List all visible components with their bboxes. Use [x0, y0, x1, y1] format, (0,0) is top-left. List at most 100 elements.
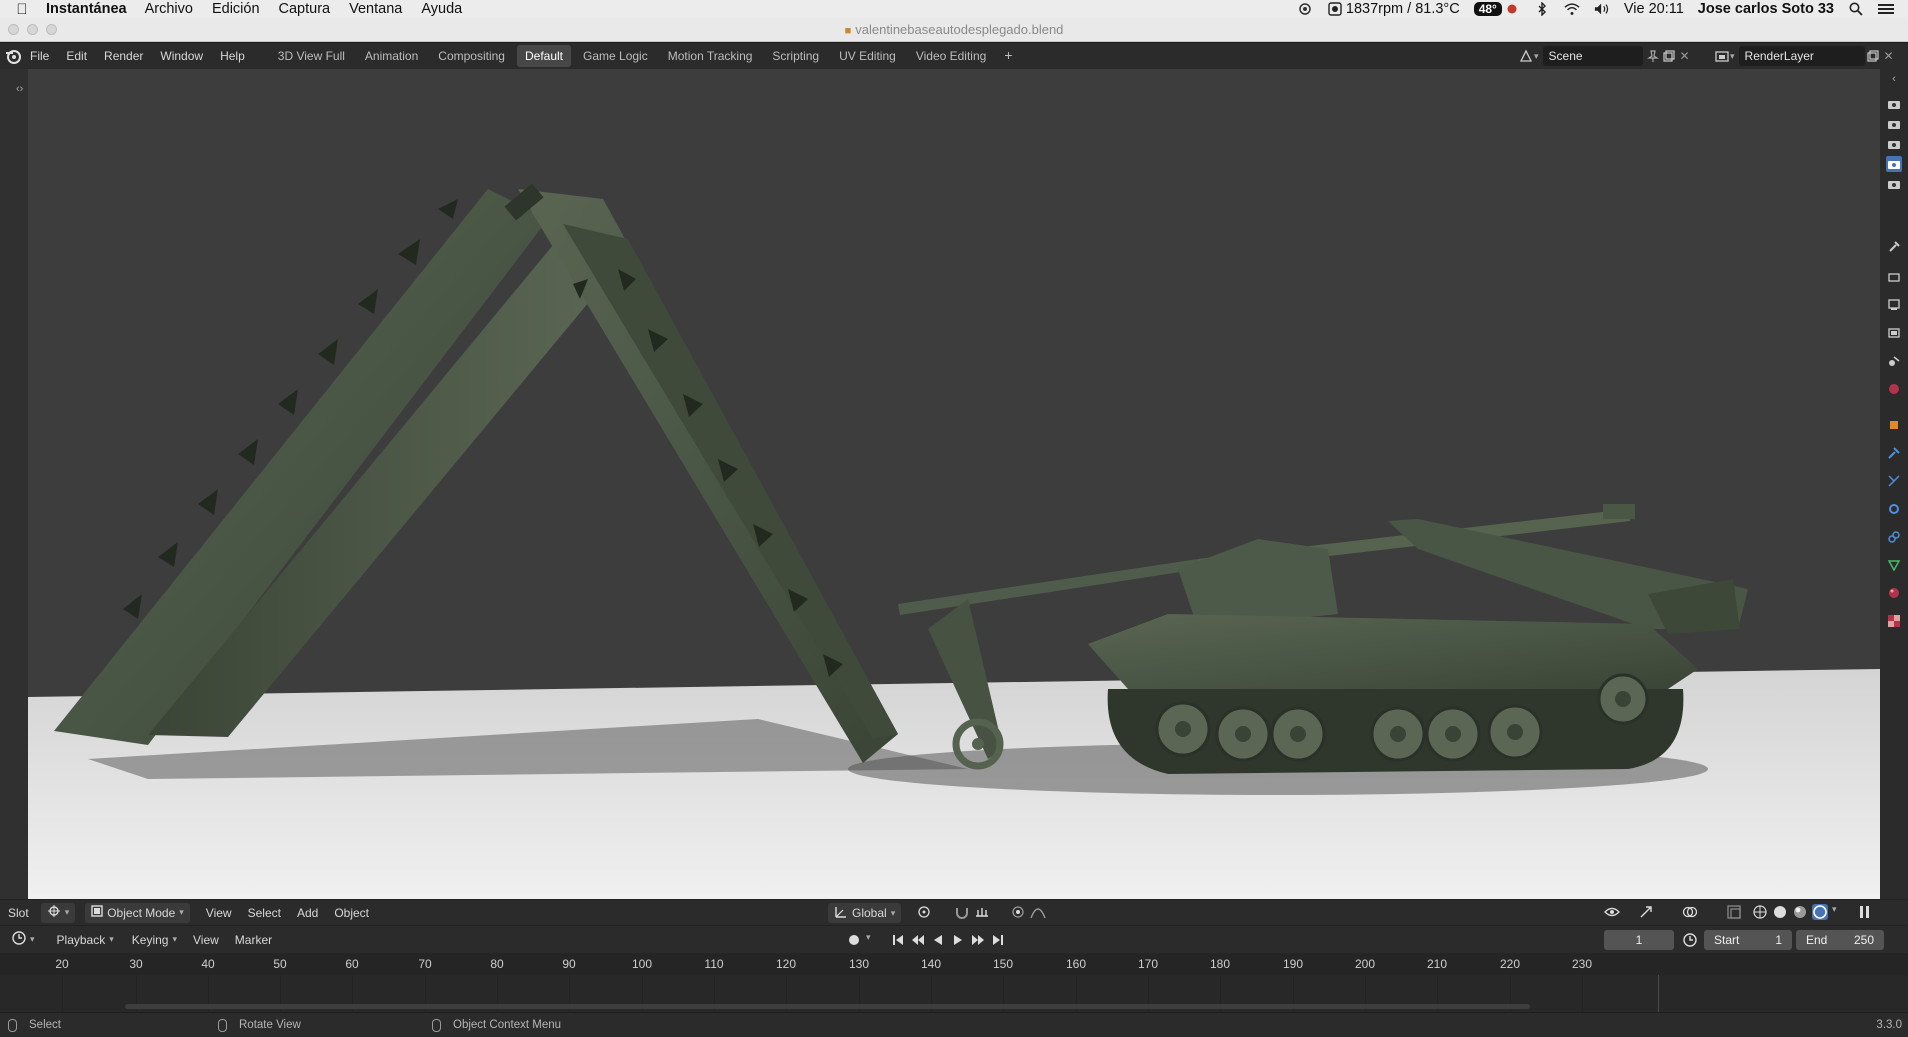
render-layer-icon[interactable]: [1714, 48, 1730, 64]
scene-name-field[interactable]: Scene: [1542, 46, 1643, 66]
menu-help[interactable]: Help: [220, 49, 245, 63]
tab-motion-tracking[interactable]: Motion Tracking: [660, 45, 761, 67]
transform-orientation-dropdown[interactable]: Global ▾: [828, 903, 902, 923]
preview-range-icon[interactable]: [1682, 932, 1698, 948]
texture-properties-icon[interactable]: [1886, 613, 1902, 629]
material-properties-icon[interactable]: [1886, 585, 1902, 601]
object-mode-dropdown[interactable]: Object Mode ▾: [85, 902, 190, 923]
playback-menu[interactable]: Playback ▾: [51, 930, 120, 950]
3d-viewport[interactable]: [28, 69, 1880, 899]
proportional-editing-icon[interactable]: [1010, 904, 1026, 920]
viewport-menu-select[interactable]: Select: [248, 906, 281, 920]
jump-to-start-icon[interactable]: [890, 932, 906, 948]
new-scene-icon[interactable]: [1661, 48, 1677, 64]
view-layer-properties-icon[interactable]: [1886, 325, 1902, 341]
mac-menu-archivo[interactable]: Archivo: [145, 1, 193, 17]
play-icon[interactable]: [950, 932, 966, 948]
new-render-layer-icon[interactable]: [1865, 48, 1881, 64]
rendered-shading-icon[interactable]: [1812, 904, 1828, 920]
mac-menu-captura[interactable]: Captura: [279, 1, 331, 17]
mac-menu-ventana[interactable]: Ventana: [349, 1, 402, 17]
tab-compositing[interactable]: Compositing: [430, 45, 513, 67]
scene-icon[interactable]: [1518, 48, 1534, 64]
start-frame-field[interactable]: Start 1: [1704, 930, 1792, 950]
bluetooth-icon[interactable]: [1534, 1, 1550, 17]
tab-game-logic[interactable]: Game Logic: [575, 45, 656, 67]
pin-icon[interactable]: [1645, 48, 1661, 64]
render-properties-icon[interactable]: [1886, 269, 1902, 285]
render-layer-field[interactable]: RenderLayer: [1738, 46, 1865, 66]
camera-icon[interactable]: [1886, 156, 1902, 172]
keying-menu[interactable]: Keying ▾: [126, 930, 183, 950]
slot-label[interactable]: Slot: [8, 906, 29, 920]
tab-uv-editing[interactable]: UV Editing: [831, 45, 904, 67]
volume-icon[interactable]: [1594, 1, 1610, 17]
object-properties-icon[interactable]: [1886, 417, 1902, 433]
tool-properties-icon[interactable]: [1886, 239, 1902, 255]
temp-monitor[interactable]: 48°: [1473, 1, 1520, 17]
mac-menu-edicion[interactable]: Edición: [212, 1, 260, 17]
scene-dropdown-chevron-icon[interactable]: ▾: [1534, 51, 1539, 62]
apple-icon[interactable]: : [12, 0, 32, 18]
gizmo-icon[interactable]: [1638, 904, 1654, 920]
falloff-icon[interactable]: [1030, 904, 1046, 920]
material-preview-shading-icon[interactable]: [1792, 904, 1808, 920]
timeline-scrollbar[interactable]: [125, 1004, 1530, 1009]
cloud-icon[interactable]: [1297, 1, 1313, 17]
tab-video-editing[interactable]: Video Editing: [908, 45, 995, 67]
data-properties-icon[interactable]: [1886, 557, 1902, 573]
jump-to-keyframe-back-icon[interactable]: [910, 932, 926, 948]
viewport-menu-view[interactable]: View: [206, 906, 232, 920]
fan-monitor[interactable]: 1837rpm / 81.3°C: [1327, 1, 1460, 17]
control-center-icon[interactable]: [1878, 1, 1894, 17]
snap-icon[interactable]: [954, 904, 970, 920]
camera-icon[interactable]: [1886, 116, 1902, 132]
sidebar-collapse-icon[interactable]: ‹: [1886, 71, 1902, 87]
tab-default[interactable]: Default: [516, 45, 572, 67]
tab-3d-view-full[interactable]: 3D View Full: [270, 45, 353, 67]
timeline-menu-marker[interactable]: Marker: [235, 933, 272, 947]
menu-edit[interactable]: Edit: [66, 49, 87, 63]
pivot-point-icon[interactable]: [916, 904, 932, 920]
timeline-editor-type-dropdown[interactable]: ▾: [6, 930, 41, 950]
wifi-icon[interactable]: [1564, 1, 1580, 17]
spotlight-search-icon[interactable]: [1848, 1, 1864, 17]
physics-properties-icon[interactable]: [1886, 501, 1902, 517]
constraint-properties-icon[interactable]: [1886, 529, 1902, 545]
timeline-menu-view[interactable]: View: [193, 933, 219, 947]
visibility-icon[interactable]: [1604, 904, 1620, 920]
current-frame-field[interactable]: 1: [1604, 930, 1674, 950]
record-keyframe-icon[interactable]: [846, 932, 862, 948]
timeline-ruler[interactable]: 20 30 40 50 60 70 80 90 100 110 120 130 …: [0, 953, 1908, 975]
mac-user[interactable]: Jose carlos Soto 33: [1698, 1, 1834, 17]
camera-icon[interactable]: [1886, 176, 1902, 192]
modifier-properties-icon[interactable]: [1886, 445, 1902, 461]
viewport-menu-add[interactable]: Add: [297, 906, 318, 920]
mac-menu-ayuda[interactable]: Ayuda: [421, 1, 462, 17]
xray-icon[interactable]: [1726, 904, 1742, 920]
output-properties-icon[interactable]: [1886, 297, 1902, 313]
toolbar-toggle-icon[interactable]: ‹›: [16, 83, 23, 95]
overlays-icon[interactable]: [1682, 904, 1698, 920]
wireframe-shading-icon[interactable]: [1752, 904, 1768, 920]
editor-type-dropdown[interactable]: ▾: [40, 902, 76, 923]
menu-render[interactable]: Render: [104, 49, 143, 63]
render-layer-chevron-icon[interactable]: ▾: [1730, 51, 1735, 62]
delete-render-layer-icon[interactable]: ✕: [1881, 48, 1897, 64]
tab-animation[interactable]: Animation: [357, 45, 426, 67]
mac-clock[interactable]: Vie 20:11: [1624, 1, 1684, 17]
menu-window[interactable]: Window: [160, 49, 203, 63]
delete-scene-icon[interactable]: ✕: [1677, 48, 1693, 64]
scene-properties-icon[interactable]: [1886, 353, 1902, 369]
jump-to-end-icon[interactable]: [990, 932, 1006, 948]
world-properties-icon[interactable]: [1886, 381, 1902, 397]
blender-logo-icon[interactable]: [4, 47, 22, 65]
pause-render-icon[interactable]: [1856, 904, 1872, 920]
timeline-body[interactable]: [0, 975, 1908, 1012]
viewport-menu-object[interactable]: Object: [334, 906, 369, 920]
particle-properties-icon[interactable]: [1886, 473, 1902, 489]
tab-scripting[interactable]: Scripting: [764, 45, 827, 67]
shading-options-chevron-icon[interactable]: ▾: [1832, 904, 1837, 915]
play-reverse-icon[interactable]: [930, 932, 946, 948]
add-workspace-button[interactable]: +: [998, 45, 1018, 67]
